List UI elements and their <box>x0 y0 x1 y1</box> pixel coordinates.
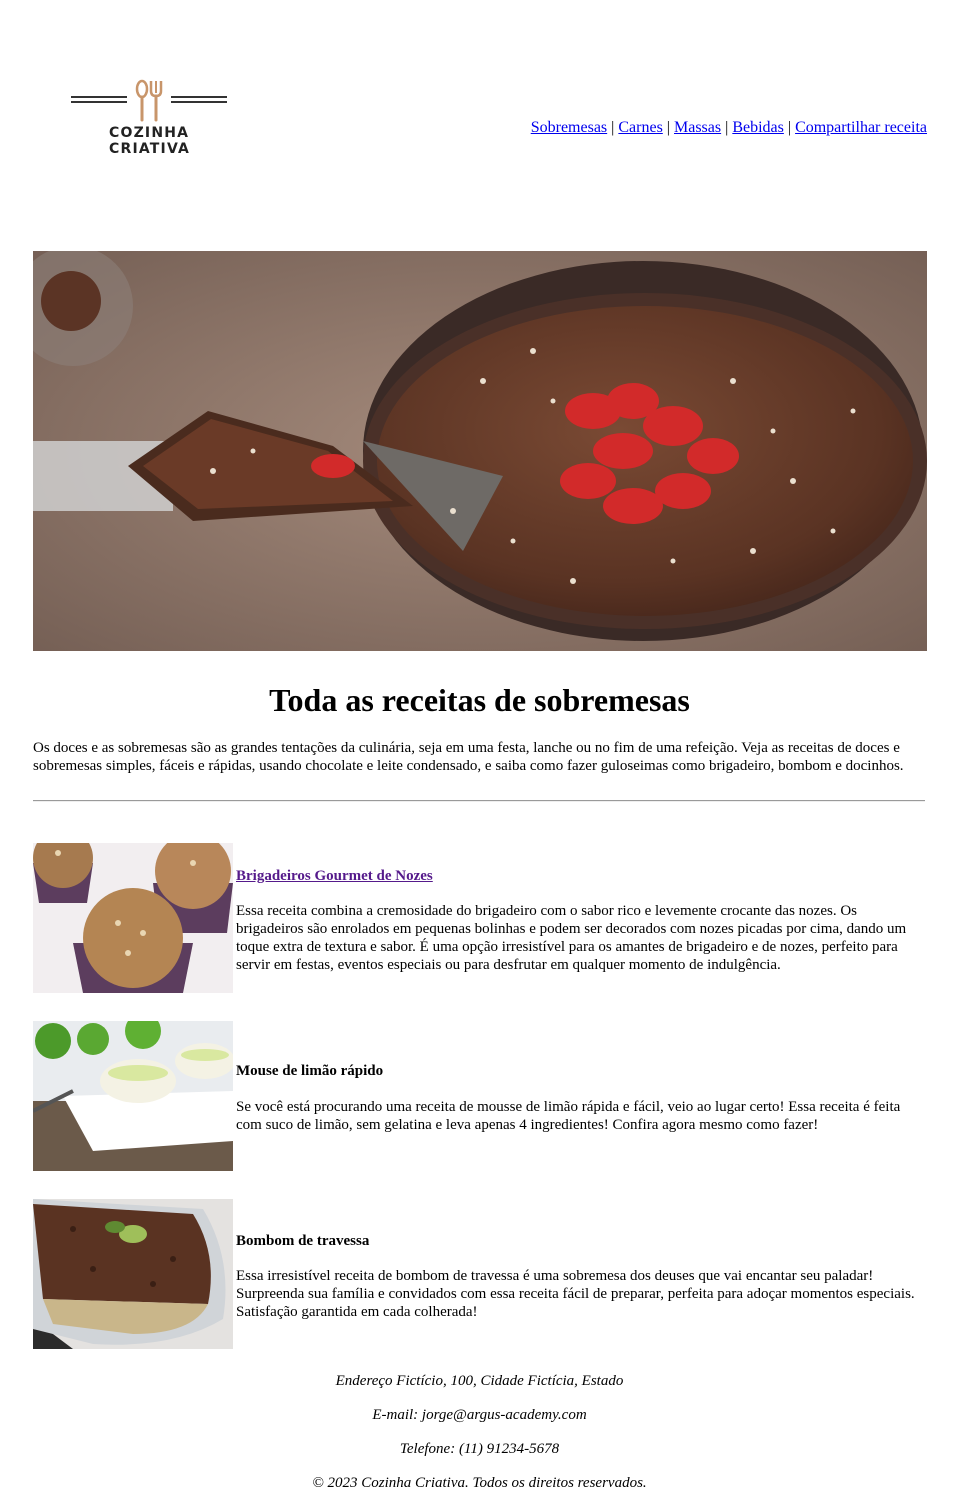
nav-separator: | <box>725 119 729 136</box>
footer-address: Endereço Fictício, 100, Cidade Fictícia,… <box>335 1373 624 1389</box>
site-footer: Endereço Fictício, 100, Cidade Fictícia,… <box>0 1372 959 1508</box>
nav-separator: | <box>611 119 615 136</box>
site-header: COZINHA CRIATIVA Sobremesas | Carnes | M… <box>0 0 959 200</box>
recipe-title-link[interactable]: Brigadeiros Gourmet de Nozes <box>236 868 433 884</box>
intro-paragraph: Os doces e as sobremesas são as grandes … <box>33 740 904 774</box>
lime-mousse-image <box>33 1021 233 1171</box>
bombom-travessa-image <box>33 1199 233 1349</box>
nav-separator: | <box>666 119 670 136</box>
logo-text-line2: CRIATIVA <box>109 141 191 157</box>
cutlery-icon <box>71 79 227 122</box>
footer-email: E-mail: jorge@argus-academy.com <box>372 1407 587 1423</box>
recipe-description: Essa receita combina a cremosidade do br… <box>236 903 907 973</box>
hero-chocolate-tart-image <box>33 251 927 651</box>
nav-link-bebidas[interactable]: Bebidas <box>732 119 784 136</box>
recipe-item: Bombom de travessa Essa irresistível rec… <box>33 1199 927 1349</box>
nav-link-sobremesas[interactable]: Sobremesas <box>531 119 607 136</box>
recipe-item: Mouse de limão rápido Se você está procu… <box>33 1021 927 1171</box>
recipe-title: Bombom de travessa <box>236 1233 370 1249</box>
site-logo[interactable]: COZINHA CRIATIVA <box>71 79 227 159</box>
main-nav: Sobremesas | Carnes | Massas | Bebidas |… <box>531 119 927 137</box>
recipe-description: Essa irresistível receita de bombom de t… <box>236 1268 915 1320</box>
footer-copyright: © 2023 Cozinha Criativa. Todos os direit… <box>312 1475 647 1491</box>
brigadeiro-image <box>33 843 233 993</box>
nav-link-massas[interactable]: Massas <box>674 119 721 136</box>
page-title: Toda as receitas de sobremesas <box>269 682 690 718</box>
footer-phone: Telefone: (11) 91234-5678 <box>399 1441 560 1457</box>
nav-link-carnes[interactable]: Carnes <box>618 119 662 136</box>
recipe-item: Brigadeiros Gourmet de Nozes Essa receit… <box>33 843 927 993</box>
recipe-description: Se você está procurando uma receita de m… <box>236 1099 901 1133</box>
nav-link-compartilhar-receita[interactable]: Compartilhar receita <box>795 119 927 136</box>
nav-separator: | <box>787 119 792 136</box>
recipe-title: Mouse de limão rápido <box>236 1063 384 1079</box>
section-divider <box>33 800 925 802</box>
recipe-title: Brigadeiros Gourmet de Nozes <box>236 868 433 885</box>
logo-text-line1: COZINHA <box>109 125 190 141</box>
